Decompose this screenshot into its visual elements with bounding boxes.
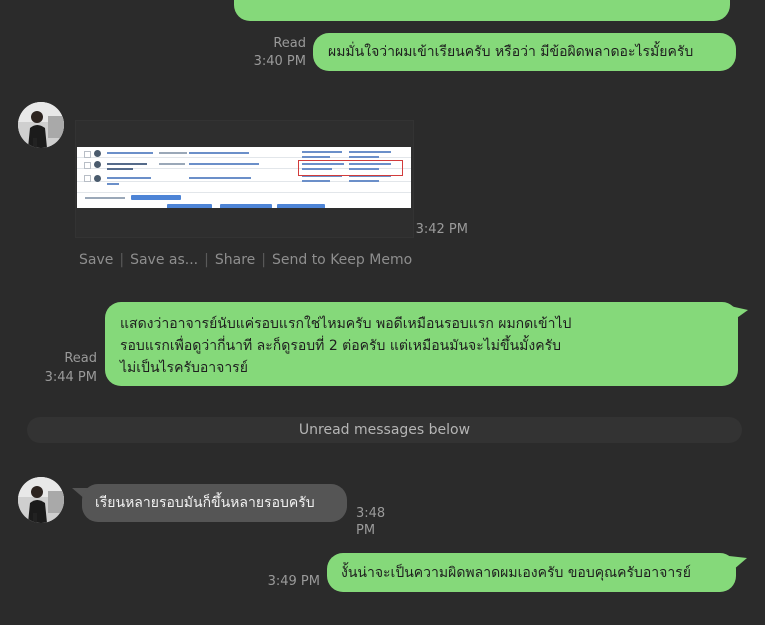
share-link[interactable]: Share <box>215 252 255 268</box>
message-text: เรียนหลายรอบมันก็ขึ้นหลายรอบครับ <box>95 495 315 511</box>
message-line: ไม่เป็นไรครับอาจารย์ <box>120 360 248 376</box>
message-time: 3:48 PM <box>356 506 386 538</box>
outgoing-message[interactable]: งั้นน่าจะเป็นความผิดพลาดผมเองครับ ขอบคุณ… <box>327 553 736 592</box>
bubble-tail <box>730 306 748 320</box>
avatar[interactable] <box>18 477 64 523</box>
save-link[interactable]: Save <box>79 252 113 268</box>
avatar[interactable] <box>18 102 64 148</box>
avatar-photo-icon <box>18 102 64 148</box>
avatar-photo-icon <box>18 477 64 523</box>
send-to-keep-memo-link[interactable]: Send to Keep Memo <box>272 252 412 268</box>
outgoing-message[interactable]: ผมมั่นใจว่าผมเข้าเรียนครับ หรือว่า มีข้อ… <box>313 33 736 71</box>
message-time: 3:40 PM <box>253 54 306 69</box>
message-time: 3:42 PM <box>415 222 468 237</box>
read-receipt: Read <box>273 36 306 51</box>
message-text: งั้นน่าจะเป็นความผิดพลาดผมเองครับ ขอบคุณ… <box>341 565 691 581</box>
read-receipt: Read <box>64 351 97 366</box>
unread-divider: Unread messages below <box>27 417 742 443</box>
message-line: รอบแรกเพื่อดูว่ากี่นาที ละก็ดูรอบที่ 2 ต… <box>120 338 561 354</box>
image-actions: Save | Save as... | Share | Send to Keep Memo <box>79 252 413 268</box>
incoming-message[interactable]: เรียนหลายรอบมันก็ขึ้นหลายรอบครับ <box>82 484 347 522</box>
message-text: ผมมั่นใจว่าผมเข้าเรียนครับ หรือว่า มีข้อ… <box>328 44 694 60</box>
save-as-link[interactable]: Save as... <box>130 252 198 268</box>
message-time: 3:49 PM <box>267 574 320 589</box>
message-line: แสดงว่าอาจารย์นับแค่รอบแรกใช่ไหมครับ พอด… <box>120 316 572 332</box>
outgoing-message[interactable]: แสดงว่าอาจารย์นับแค่รอบแรกใช่ไหมครับ พอด… <box>105 302 738 386</box>
previous-message-bubble-edge <box>234 0 730 21</box>
bubble-tail <box>729 556 747 570</box>
message-time: 3:44 PM <box>44 370 97 385</box>
screenshot-thumbnail-image[interactable] <box>77 147 411 208</box>
